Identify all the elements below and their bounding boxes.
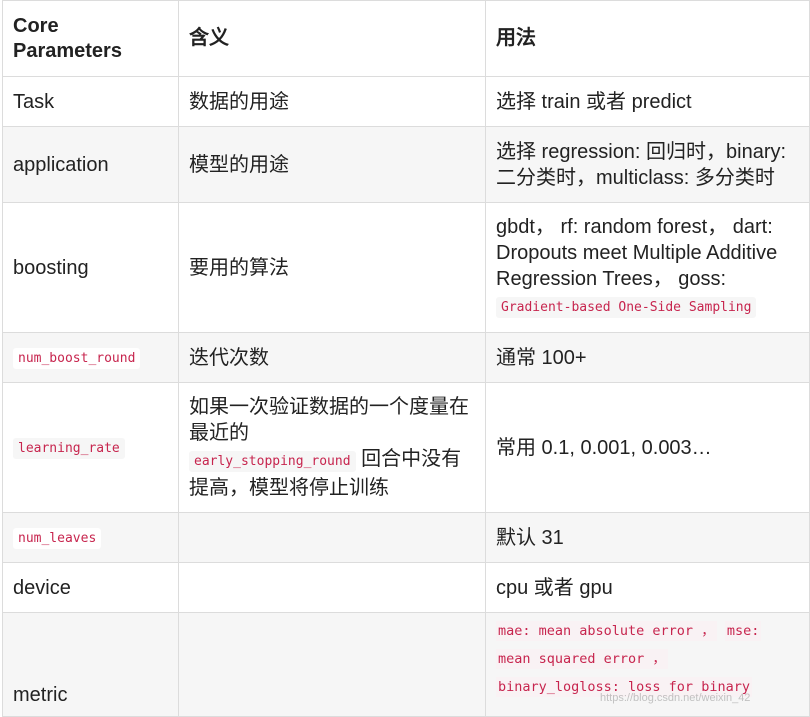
- header-core-parameters: Core Parameters: [2, 0, 179, 77]
- param-code: num_boost_round: [13, 348, 141, 369]
- table-row: boosting 要用的算法 gbdt， rf: random forest， …: [2, 202, 810, 333]
- table-row: application 模型的用途 选择 regression: 回归时，bin…: [2, 126, 810, 203]
- usage-cell: 常用 0.1, 0.001, 0.003…: [485, 382, 810, 513]
- param-cell: boosting: [2, 202, 179, 333]
- usage-cell: 默认 31: [485, 512, 810, 563]
- meaning-code: early_stopping_round: [189, 451, 356, 472]
- table-row: num_boost_round 迭代次数 通常 100+: [2, 332, 810, 383]
- table-row: Task 数据的用途 选择 train 或者 predict: [2, 76, 810, 127]
- meaning-cell: [178, 612, 486, 717]
- usage-cell: 通常 100+: [485, 332, 810, 383]
- watermark: https://blog.csdn.net/weixin_42: [600, 692, 751, 704]
- param-cell: num_leaves: [2, 512, 179, 563]
- meaning-cell: 要用的算法: [178, 202, 486, 333]
- param-cell: learning_rate: [2, 382, 179, 513]
- header-meaning: 含义: [178, 0, 486, 77]
- metric-code-line: mse:: [724, 621, 762, 641]
- usage-cell: 选择 train 或者 predict: [485, 76, 810, 127]
- param-code: num_leaves: [13, 528, 102, 549]
- table-row: learning_rate 如果一次验证数据的一个度量在最近的 early_st…: [2, 382, 810, 513]
- usage-cell: gbdt， rf: random forest， dart: Dropouts …: [485, 202, 810, 333]
- table-header-row: Core Parameters 含义 用法: [2, 0, 810, 77]
- param-cell: metric: [2, 612, 179, 717]
- param-cell: num_boost_round: [2, 332, 179, 383]
- table-row: device cpu 或者 gpu: [2, 562, 810, 613]
- metric-code-block: mae: mean absolute error ， mse: mean squ…: [496, 614, 799, 702]
- meaning-cell: 数据的用途: [178, 76, 486, 127]
- meaning-cell: 迭代次数: [178, 332, 486, 383]
- usage-text: gbdt， rf: random forest， dart: Dropouts …: [496, 216, 778, 290]
- param-cell: device: [2, 562, 179, 613]
- param-cell: Task: [2, 76, 179, 127]
- usage-cell: 选择 regression: 回归时，binary: 二分类时，multicla…: [485, 126, 810, 203]
- usage-cell: cpu 或者 gpu: [485, 562, 810, 613]
- param-cell: application: [2, 126, 179, 203]
- usage-code: Gradient-based One-Side Sampling: [496, 297, 757, 318]
- metric-code-line: mae: mean absolute error ，: [496, 621, 717, 641]
- meaning-cell: 模型的用途: [178, 126, 486, 203]
- meaning-cell: 如果一次验证数据的一个度量在最近的 early_stopping_round 回…: [178, 382, 486, 513]
- meaning-cell: [178, 562, 486, 613]
- metric-code-line: mean squared error ，: [496, 649, 668, 669]
- param-code: learning_rate: [13, 438, 125, 459]
- meaning-cell: [178, 512, 486, 563]
- header-usage: 用法: [485, 0, 810, 77]
- parameters-table: Core Parameters 含义 用法 Task 数据的用途 选择 trai…: [2, 0, 810, 717]
- meaning-text-pre: 如果一次验证数据的一个度量在最近的: [189, 396, 469, 444]
- table-row: num_leaves 默认 31: [2, 512, 810, 563]
